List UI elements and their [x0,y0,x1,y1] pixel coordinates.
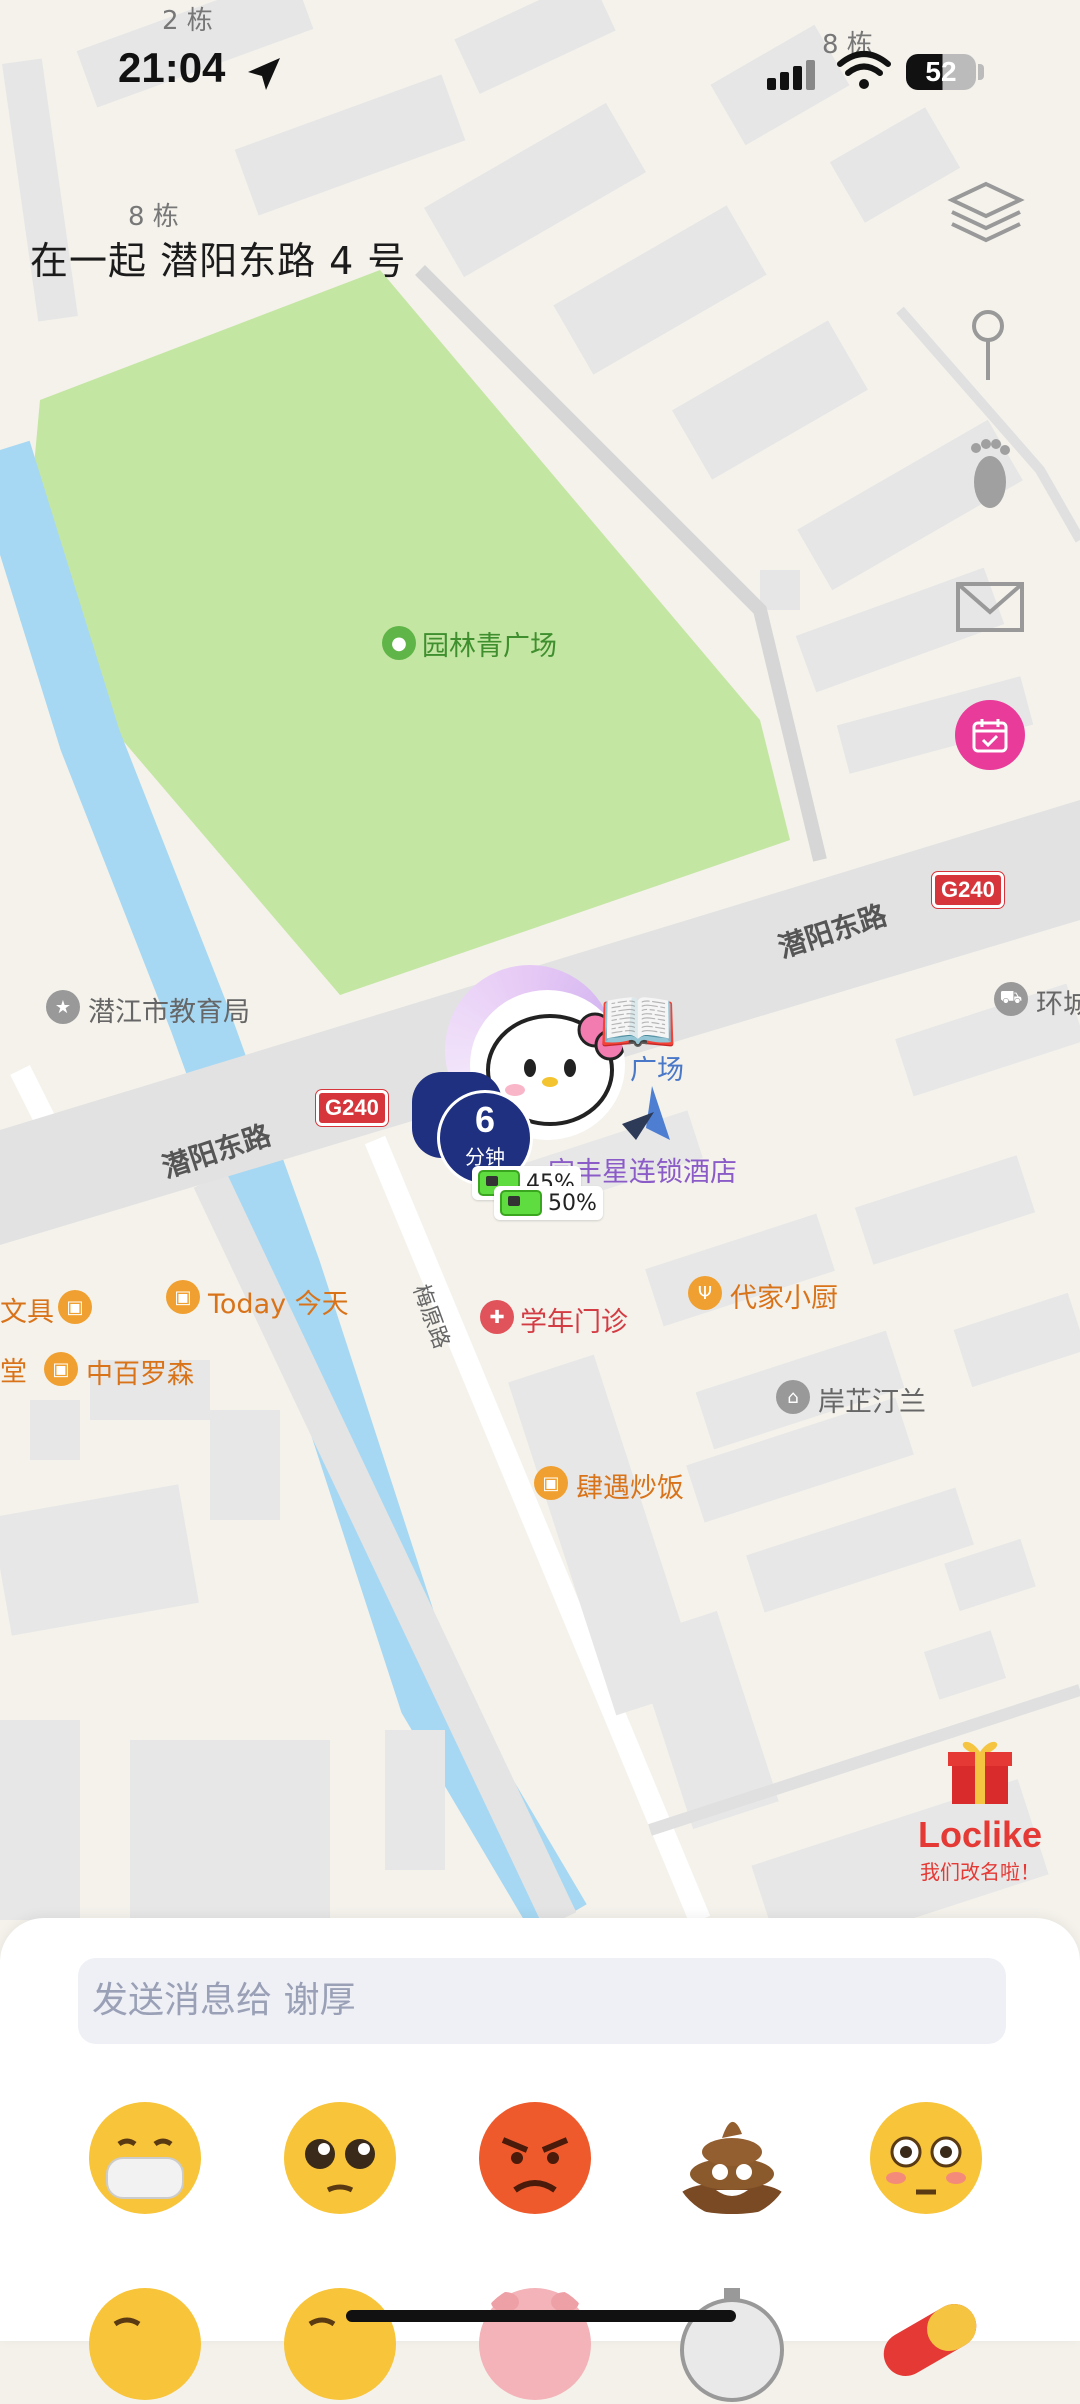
location-arrow-icon [248,58,280,90]
winking-face-emoji-icon[interactable] [85,2284,205,2404]
fried-rice-label[interactable]: 肆遇炒饭 [576,1466,684,1505]
star-pin-icon[interactable]: ★ [46,990,80,1024]
building-label: 8 栋 [128,202,179,232]
promo-title: Loclike [917,1814,1043,1855]
battery-chip-front: 50% [494,1186,603,1220]
car-pin-icon[interactable]: ⛟ [994,982,1028,1016]
promo-subtitle: 我们改名啦！ [920,1860,1040,1884]
g240-shield: G240 [932,872,1004,908]
shop-bag-icon[interactable]: ▣ [58,1290,92,1324]
kitchen-label[interactable]: 代家小厨 [730,1276,838,1315]
message-input[interactable]: 发送消息给 谢厚 [78,1958,1006,2044]
shop-pin-icon[interactable]: ▣ [44,1352,78,1386]
pill-emoji-icon[interactable] [866,2284,986,2404]
smiling-face-emoji-icon[interactable] [280,2284,400,2404]
calendar-icon [972,719,1008,753]
status-time: 21:04 [118,44,226,91]
mail-icon[interactable] [950,568,1030,648]
today-label[interactable]: Today 今天 [208,1282,349,1321]
wifi-icon [837,51,891,89]
medical-pin-icon[interactable]: ✚ [480,1300,514,1334]
mask-face-emoji-icon[interactable] [85,2098,205,2218]
edu-bureau-label[interactable]: 潜江市教育局 [88,990,250,1029]
book-icon: 📖 [598,986,678,1060]
restaurant-pin-icon[interactable]: ▣ [534,1466,568,1500]
layers-icon[interactable] [946,176,1026,256]
poop-emoji-icon[interactable] [672,2098,792,2218]
clinic-label[interactable]: 学年门诊 [520,1300,628,1339]
battery-icon [500,1190,542,1216]
shop-pin-icon[interactable]: ▣ [166,1280,200,1314]
footprint-icon[interactable] [950,434,1030,514]
calendar-button[interactable] [955,700,1025,770]
anzhi-label[interactable]: 岸芷汀兰 [818,1380,926,1419]
gift-icon [948,1741,1012,1804]
heading-arrow-icon [622,1086,670,1140]
battery-indicator: 52 [906,54,976,90]
partial-label: 堂 [0,1357,27,1388]
stationery-label[interactable]: 文具 [0,1290,54,1329]
pig-face-emoji-icon[interactable] [475,2284,595,2404]
g240-shield: G240 [316,1090,388,1126]
home-pin-icon[interactable]: ⌂ [776,1380,810,1414]
park-label[interactable]: 园林青广场 [422,624,557,663]
cellular-signal-icon [767,60,815,90]
status-bar: 21:04 52 [0,0,1080,140]
restaurant-pin-icon[interactable]: Ψ [688,1276,722,1310]
home-indicator[interactable] [346,2310,736,2322]
flushed-face-emoji-icon[interactable] [866,2098,986,2218]
stopwatch-emoji-icon[interactable] [672,2284,792,2404]
park-pin-icon[interactable]: ● [382,626,416,660]
ring-label[interactable]: 环城 [1036,982,1080,1021]
battery-tip [978,64,984,80]
angry-face-emoji-icon[interactable] [475,2098,595,2218]
promo-banner[interactable]: Loclike 我们改名啦！ [905,1730,1055,1885]
battery-front-value: 50% [548,1190,597,1216]
zhongbai-label[interactable]: 中百罗森 [86,1352,194,1391]
time-value: 6 [474,1099,496,1140]
current-address: 在一起 潜阳东路 4 号 [30,239,407,283]
pin-icon[interactable] [948,304,1028,384]
pleading-face-emoji-icon[interactable] [280,2098,400,2218]
